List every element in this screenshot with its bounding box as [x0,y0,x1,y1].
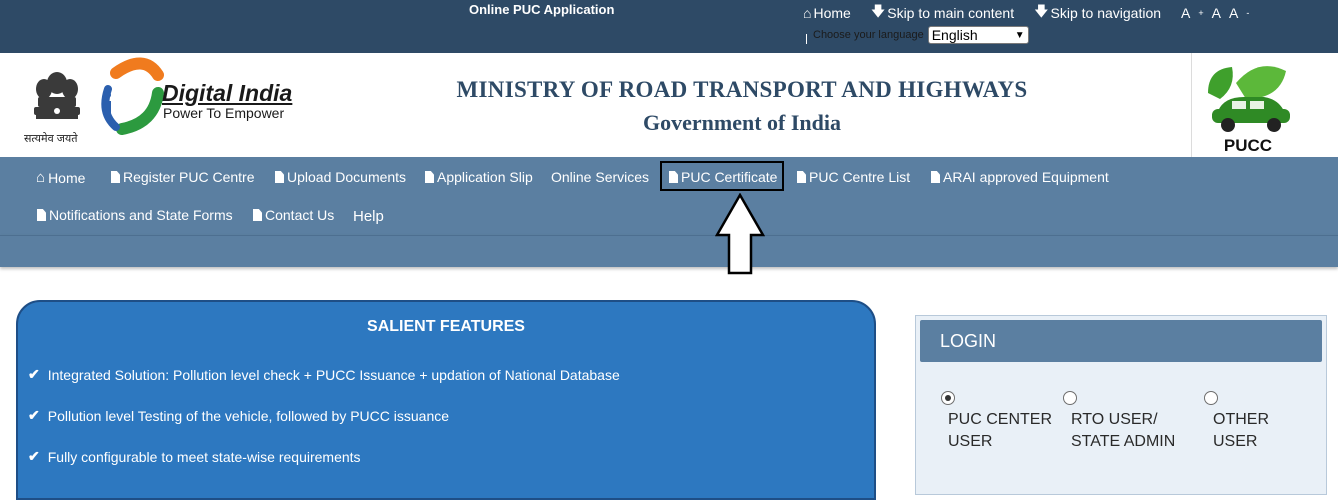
document-icon [275,171,284,183]
skip-nav-label: Skip to navigation [1050,5,1162,21]
document-icon [37,209,46,221]
chevron-down-icon: ▼ [1014,29,1025,41]
emblem-caption: सत्यमेव जयते [24,133,78,145]
radio-rto-user[interactable] [1063,391,1077,405]
nav-application-slip-label: Application Slip [437,169,533,185]
nav-register-label: Register PUC Centre [123,169,255,185]
nav-contact-label: Contact Us [265,207,335,223]
font-size-controls: A + A A- [1181,5,1257,21]
app-title: Online PUC Application [469,2,615,17]
font-normal-button[interactable]: A [1212,5,1221,21]
digital-india-tagline: Power To Empower [163,105,285,121]
home-icon: ⌂ [36,169,46,186]
accessibility-links: ⌂ Home 🡇 Skip to main content 🡇 Skip to nav… [803,1,1267,25]
digital-india-title: Digital India [162,80,293,106]
radio-label-line: RTO USER/ [1071,411,1158,428]
feature-text: Pollution level Testing of the vehicle, … [47,407,450,424]
skip-main-label: Skip to main content [887,5,1015,21]
nav-application-slip[interactable]: Application Slip [425,169,533,185]
home-icon: ⌂ [803,5,812,21]
ministry-heading: MINISTRY OF ROAD TRANSPORT AND HIGHWAYS … [380,77,1104,136]
check-icon: ✔ [28,448,40,464]
arrow-down-icon: 🡇 [1034,3,1049,19]
nav-register-puc-centre[interactable]: Register PUC Centre [111,169,255,185]
login-panel: LOGIN PUC CENTER USER RTO USER/ STATE AD… [915,315,1327,495]
nav-contact-us[interactable]: Contact Us [253,207,334,223]
nav-upload-label: Upload Documents [287,169,407,185]
nav-online-services-label: Online Services [551,169,650,185]
font-increase-button[interactable]: A + [1181,5,1204,21]
language-label: Choose your language [813,29,924,41]
font-decrease-label: A [1228,5,1239,21]
nav-upload-documents[interactable]: Upload Documents [275,169,406,185]
top-home-link[interactable]: ⌂ Home [803,5,861,21]
check-icon: ✔ [28,407,40,423]
radio-puc-center-user[interactable] [941,391,955,405]
radio-label-line: PUC CENTER [948,411,1053,428]
nav-arai-equipment[interactable]: ARAI approved Equipment [931,169,1109,185]
login-title: LOGIN [920,320,1322,362]
document-icon [253,209,262,221]
nav-notifications[interactable]: Notifications and State Forms [37,207,233,223]
radio-label-puc-center-user[interactable]: PUC CENTER USER [948,409,1052,453]
skip-nav-link[interactable]: 🡇 Skip to navigation [1034,1,1171,25]
document-icon [931,171,940,183]
radio-label-line: USER [948,433,993,450]
language-select[interactable]: English ▼ [927,26,1029,44]
features-title: SALIENT FEATURES [367,318,525,335]
feature-item: ✔ Fully configurable to meet state-wise r… [28,448,361,465]
nav-home[interactable]: ⌂ Home [36,169,85,186]
radio-label-line: OTHER [1213,411,1269,428]
annotation-highlight-box [660,161,784,191]
language-row: Choose your language English ▼ [806,26,1029,44]
nav-online-services[interactable]: Online Services [551,169,649,185]
feature-item: ✔ Pollution level Testing of the vehicle,… [28,407,449,424]
document-icon [797,171,806,183]
nav-puc-centre-list[interactable]: PUC Centre List [797,169,910,185]
nav-arai-label: ARAI approved Equipment [943,169,1109,185]
radio-label-other-user[interactable]: OTHER USER [1213,409,1269,453]
government-name: Government of India [643,110,841,135]
font-decrease-button[interactable]: A- [1229,5,1249,21]
top-home-label: Home [813,5,851,21]
radio-label-line: USER [1213,433,1258,450]
skip-main-link[interactable]: 🡇 Skip to main content [871,1,1024,25]
language-value: English [931,27,978,43]
site-header: सत्यमेव जयते Digital India Power To Empo… [0,53,1338,157]
sub-navigation-bar [0,235,1338,267]
digital-india-logo [101,57,164,135]
salient-features-panel: SALIENT FEATURES ✔ Integrated Solution: P… [16,300,876,500]
document-icon [111,171,120,183]
check-icon: ✔ [28,366,40,382]
feature-text: Integrated Solution: Pollution level che… [47,366,620,383]
annotation-arrow-up-icon [715,193,765,275]
ministry-name: MINISTRY OF ROAD TRANSPORT AND HIGHWAYS [456,77,1028,102]
nav-help-label: Help [353,208,384,225]
font-increase-label: A [1181,5,1191,21]
feature-item: ✔ Integrated Solution: Pollution level ch… [28,366,620,383]
pucc-logo: PUCC [1208,66,1290,155]
pucc-logo-box: PUCC [1191,53,1338,157]
nav-notifications-label: Notifications and State Forms [49,207,233,223]
radio-label-line: STATE ADMIN [1071,433,1176,450]
radio-label-rto-user[interactable]: RTO USER/ STATE ADMIN [1071,409,1175,453]
top-bar: Online PUC Application ⌂ Home 🡇 Skip to ma… [0,0,1338,53]
document-icon [425,171,434,183]
radio-other-user[interactable] [1204,391,1218,405]
divider [806,34,807,44]
nav-help[interactable]: Help [353,208,384,225]
arrow-down-icon: 🡇 [870,3,886,19]
nav-puc-centre-list-label: PUC Centre List [809,169,911,185]
pucc-logo-text: PUCC [1224,136,1272,155]
feature-text: Fully configurable to meet state-wise re… [47,448,361,465]
nav-home-label: Home [48,169,86,186]
